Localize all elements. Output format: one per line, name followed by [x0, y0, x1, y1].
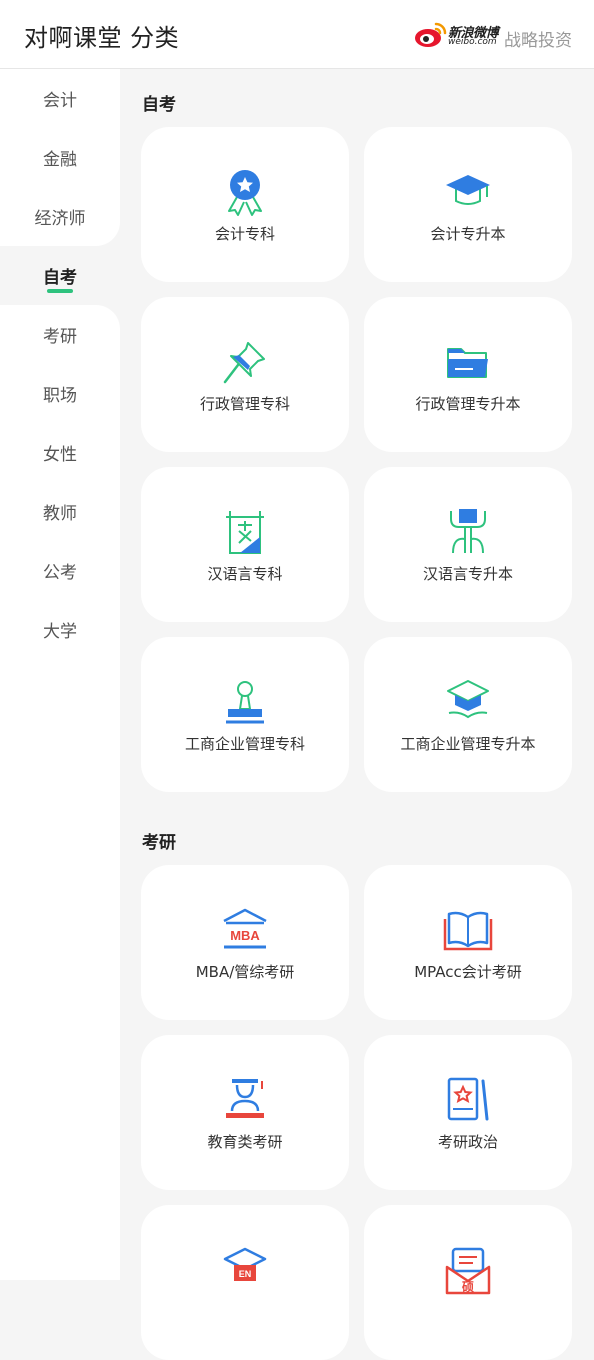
- card-english[interactable]: EN: [141, 1205, 349, 1360]
- card-label: 行政管理专科: [199, 395, 290, 413]
- card-label: 行政管理专升本: [415, 395, 521, 413]
- sidebar-item-women[interactable]: 女性: [0, 423, 120, 482]
- card-label: 会计专科: [214, 225, 275, 243]
- card-politics[interactable]: 考研政治: [364, 1035, 572, 1190]
- card-admin-upgrade[interactable]: 行政管理专升本: [364, 297, 572, 452]
- card-label: 教育类考研: [207, 1133, 283, 1151]
- english-icon-text: EN: [239, 1269, 252, 1279]
- card-mpacc[interactable]: MPAcc会计考研: [364, 865, 572, 1020]
- stamp-icon: [226, 681, 264, 724]
- mba-icon-text: MBA: [230, 928, 260, 943]
- english-cap-icon: EN: [223, 1247, 267, 1281]
- sidebar-item-self-study-exam[interactable]: 自考: [0, 246, 120, 305]
- category-sidebar: 会计 金融 经济师 自考 考研 职场 女性 教师 公考 大学: [0, 69, 120, 1280]
- weibo-logo[interactable]: 新浪微博 weibo.com: [414, 20, 499, 50]
- page-title: 对啊课堂 分类: [24, 24, 180, 52]
- pushpin-icon: [223, 342, 265, 384]
- graduation-cap-icon: [446, 175, 490, 205]
- sidebar-item-label: 教师: [43, 504, 77, 524]
- chinese-character-icon: [450, 509, 486, 554]
- sidebar-item-label: 自考: [43, 268, 77, 288]
- sidebar-item-label: 考研: [43, 327, 77, 347]
- chinese-text-frame-icon: [226, 511, 264, 554]
- card-label: 汉语言专科: [207, 565, 283, 583]
- card-admin-junior[interactable]: 行政管理专科: [141, 297, 349, 452]
- mortarboard-book-icon: [447, 680, 489, 719]
- card-mba[interactable]: MBA MBA/管综考研: [141, 865, 349, 1020]
- sidebar-item-label: 大学: [43, 622, 77, 642]
- sidebar-item-postgraduate[interactable]: 考研: [0, 305, 120, 364]
- sidebar-item-label: 金融: [43, 150, 77, 170]
- master-icon-text: 硕: [462, 1280, 474, 1294]
- sidebar-item-accounting[interactable]: 会计: [0, 69, 120, 128]
- card-label: 工商企业管理专科: [184, 735, 305, 753]
- folder-icon: [447, 348, 488, 378]
- card-accounting-junior[interactable]: 会计专科: [141, 127, 349, 282]
- card-master[interactable]: 硕: [364, 1205, 572, 1360]
- section-title-self-study: 自考: [142, 95, 176, 115]
- strategic-investment-label: 战略投资: [504, 31, 572, 51]
- teacher-icon: [226, 1079, 264, 1118]
- sidebar-item-workplace[interactable]: 职场: [0, 364, 120, 423]
- sidebar-background: [0, 659, 120, 1280]
- card-education[interactable]: 教育类考研: [141, 1035, 349, 1190]
- card-business-junior[interactable]: 工商企业管理专科: [141, 637, 349, 792]
- card-label: 工商企业管理专升本: [400, 735, 536, 753]
- card-label: 会计专升本: [430, 225, 506, 243]
- open-book-icon: [443, 911, 493, 951]
- section-title-postgraduate: 考研: [142, 833, 176, 853]
- sidebar-item-civil-service[interactable]: 公考: [0, 541, 120, 600]
- sidebar-item-label: 经济师: [34, 209, 86, 229]
- sidebar-item-economist[interactable]: 经济师: [0, 187, 120, 246]
- award-ribbon-icon: [228, 170, 262, 216]
- sidebar-item-teacher[interactable]: 教师: [0, 482, 120, 541]
- sidebar-item-label: 职场: [43, 386, 77, 406]
- sidebar-item-label: 会计: [43, 91, 77, 111]
- card-label: 考研政治: [437, 1133, 498, 1151]
- card-chinese-upgrade[interactable]: 汉语言专升本: [364, 467, 572, 622]
- active-indicator: [47, 289, 73, 293]
- card-chinese-junior[interactable]: 汉语言专科: [141, 467, 349, 622]
- sidebar-item-university[interactable]: 大学: [0, 600, 120, 659]
- mba-building-icon: MBA: [223, 908, 267, 949]
- weibo-icon: [415, 22, 447, 47]
- card-accounting-upgrade[interactable]: 会计专升本: [364, 127, 572, 282]
- card-label: MPAcc会计考研: [414, 963, 522, 981]
- star-book-icon: [447, 1077, 489, 1121]
- sidebar-item-finance[interactable]: 金融: [0, 128, 120, 187]
- envelope-icon: 硕: [445, 1247, 491, 1295]
- sidebar-item-label: 女性: [43, 445, 77, 465]
- card-business-upgrade[interactable]: 工商企业管理专升本: [364, 637, 572, 792]
- app-header: 对啊课堂 分类 新浪微博 weibo.com 战略投资: [0, 0, 594, 69]
- card-label: MBA/管综考研: [195, 963, 295, 981]
- weibo-logo-en: weibo.com: [448, 37, 497, 47]
- card-label: 汉语言专升本: [422, 565, 513, 583]
- sidebar-item-label: 公考: [43, 563, 77, 583]
